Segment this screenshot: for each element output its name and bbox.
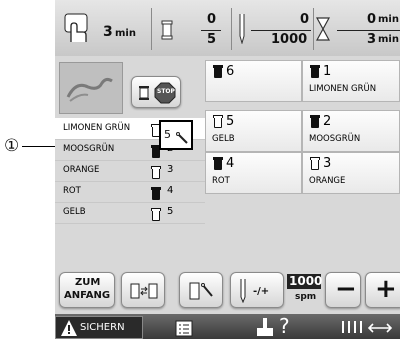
list-item-label: GELB	[63, 207, 86, 217]
list-item[interactable]: GELB 5	[55, 202, 205, 224]
list-item[interactable]: ORANGE 3	[55, 160, 205, 182]
spool-icon	[151, 166, 161, 179]
checklist-icon[interactable]	[175, 320, 193, 337]
spool-icon	[310, 157, 320, 170]
needle-bar-move-icon[interactable]	[339, 319, 395, 337]
total-time-value: 3	[103, 24, 113, 40]
spool-icon	[310, 115, 320, 128]
machine-help-icon[interactable]: ?	[253, 314, 303, 338]
stitch-step-button[interactable]: -/+	[230, 272, 284, 308]
needle-color-label: GELB	[212, 134, 235, 144]
needle-cell[interactable]: 1 LIMONEN GRÜN	[302, 60, 400, 102]
warning-icon	[60, 319, 78, 337]
secure-tab[interactable]: SICHERN	[55, 316, 143, 339]
needle-number: 4	[226, 156, 235, 171]
needle-stop-button[interactable]: STOP	[131, 76, 181, 108]
time-fraction-line	[337, 30, 400, 31]
color-fraction-line	[201, 30, 221, 31]
spool-icon	[213, 115, 223, 128]
list-item-number: 5	[167, 206, 174, 217]
divider	[231, 8, 232, 50]
speed-unit: spm	[295, 292, 317, 302]
stitch-total: 1000	[271, 32, 308, 47]
bottom-bar: SICHERN ?	[55, 314, 400, 339]
needle-color-label: ORANGE	[309, 176, 346, 186]
needle-number: 1	[323, 64, 332, 79]
list-item-label: MOOSGRÜN	[63, 144, 115, 154]
stitch-fraction-line	[251, 30, 311, 31]
needle-number: 2	[323, 114, 332, 129]
start-button[interactable]: ZUM ANFANG	[59, 272, 115, 308]
spool-icon	[151, 187, 161, 200]
plus-label: +	[375, 274, 397, 304]
list-item-number: 3	[167, 164, 174, 175]
needle-cell[interactable]: 5 GELB	[205, 110, 302, 152]
swap-spools-icon	[130, 281, 158, 301]
needle-cell[interactable]: 4 ROT	[205, 152, 302, 194]
color-total: 5	[207, 32, 217, 47]
divider	[151, 8, 152, 50]
time-elapsed-unit: min	[378, 14, 399, 25]
current-needle-number: 5	[164, 128, 171, 141]
spool-icon	[151, 208, 161, 221]
hourglass-icon	[315, 16, 331, 42]
spool-icon	[310, 65, 320, 78]
list-item-label: LIMONEN GRÜN	[63, 123, 131, 133]
hand-timer-icon	[63, 12, 91, 44]
needle-color-label: ROT	[212, 176, 230, 186]
minus-label: −	[335, 274, 357, 304]
secure-label: SICHERN	[80, 322, 125, 333]
spool-icon	[161, 20, 173, 40]
total-time-unit: min	[115, 28, 136, 39]
needle-icon	[175, 130, 189, 144]
divider	[313, 8, 314, 50]
spool-icon	[138, 85, 150, 101]
needle-cell[interactable]: 3 ORANGE	[302, 152, 400, 194]
stop-label: STOP	[157, 88, 175, 95]
needle-cell[interactable]: 6	[205, 60, 302, 102]
stepper-label: -/+	[253, 286, 270, 297]
time-remaining: 3	[367, 32, 377, 47]
design-preview	[59, 62, 123, 114]
thread-trim-button[interactable]	[179, 272, 223, 308]
start-button-line1: ZUM	[75, 277, 101, 288]
needle-icon	[237, 14, 247, 45]
needle-number: 5	[226, 114, 235, 129]
time-elapsed: 0	[367, 12, 377, 27]
color-current: 0	[207, 12, 217, 27]
needle-number: 6	[226, 64, 235, 79]
spool-icon	[213, 157, 223, 170]
spool-icon	[213, 65, 223, 78]
needle-step-icon	[237, 279, 249, 304]
list-item[interactable]: ROT 4	[55, 181, 205, 203]
status-bar: 3 min 0 5 0 1000 0 min 3 min	[55, 0, 400, 56]
needle-color-label: LIMONEN GRÜN	[309, 84, 377, 94]
help-mark: ?	[279, 314, 290, 338]
callout-number: ①	[4, 136, 20, 156]
speed-increase-button[interactable]: +	[365, 272, 400, 308]
speed-decrease-button[interactable]: −	[325, 272, 361, 308]
list-item-label: ORANGE	[63, 165, 100, 175]
color-swap-button[interactable]	[121, 272, 165, 308]
needle-color-label: MOOSGRÜN	[309, 134, 361, 144]
speed-display: 1000 spm	[287, 272, 323, 308]
list-item-label: ROT	[63, 186, 81, 196]
needle-cell[interactable]: 2 MOOSGRÜN	[302, 110, 400, 152]
speed-value: 1000	[289, 274, 323, 288]
needle-number: 3	[323, 156, 332, 171]
embroidery-panel: 3 min 0 5 0 1000 0 min 3 min STOP LIMONE…	[55, 0, 400, 339]
time-remaining-unit: min	[378, 34, 399, 45]
start-button-line2: ANFANG	[64, 290, 111, 301]
list-item-number: 4	[167, 185, 174, 196]
stitch-current: 0	[300, 12, 310, 27]
current-needle-indicator[interactable]: 5	[159, 120, 193, 150]
spool-needle-icon	[188, 280, 216, 302]
